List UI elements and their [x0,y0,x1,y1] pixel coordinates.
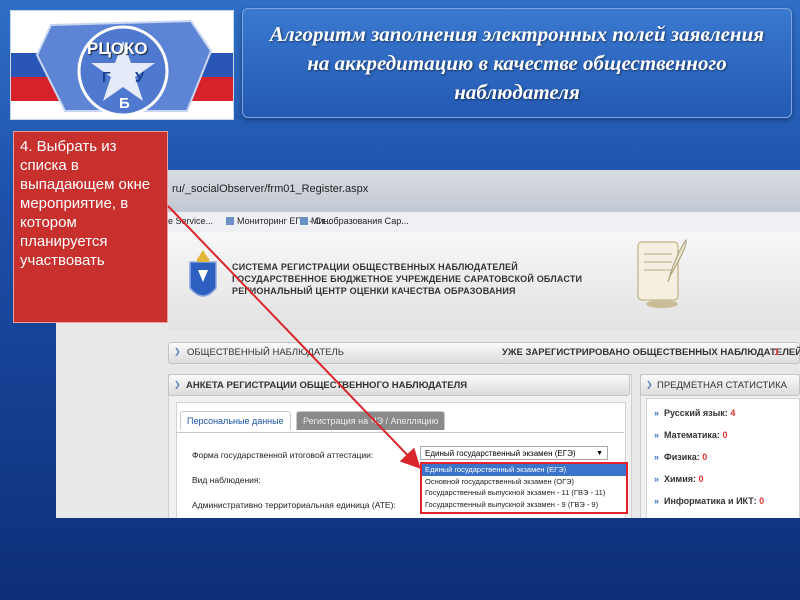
chevron-down-icon: ▼ [596,450,603,457]
page-icon [300,217,308,225]
gia-form-dropdown: Единый государственный экзамен (ЕГЭ) Осн… [420,462,628,514]
bookmark-item[interactable]: Минобразования Сар... [300,216,409,226]
instruction-text: 4. Выбрать из списка в выпадающем окне м… [20,138,151,269]
chevron-icon: ❯ [174,347,181,356]
chevron-icon: ❯ [646,380,653,389]
page-icon [226,217,234,225]
tab-registration[interactable]: Регистрация на ЧЭ / Апелляцию [296,411,446,430]
title-box: Алгоритм заполнения электронных полей за… [242,8,792,118]
stat-item: » Химия: 0 [654,474,704,484]
field-label-observation-type: Вид наблюдения: [192,475,261,485]
dropdown-option[interactable]: Государственный выпускной экзамен - 9 (Г… [422,499,626,511]
stat-item: » Физика: 0 [654,452,708,462]
dropdown-option[interactable]: Единый государственный экзамен (ЕГЭ) [422,464,626,476]
tab-divider [176,432,624,433]
stat-item: » Информатика и ИКТ: 0 [654,496,765,506]
logo-letter-b: Б [119,95,130,112]
logo-text: РЦОКО [87,39,148,58]
stat-item: » Математика: 0 [654,430,728,440]
logo-letter-u: У [135,69,145,86]
stat-item: » Русский язык: 4 [654,408,736,418]
header-line-2: ГОСУДАРСТВЕННОЕ БЮДЖЕТНОЕ УЧРЕЖДЕНИЕ САР… [232,274,583,284]
coat-of-arms-icon [189,250,217,297]
url-text: ru/_socialObserver/frm01_Register.aspx [172,183,369,195]
slide-title: Алгоритм заполнения электронных полей за… [269,21,765,104]
instruction-callout: 4. Выбрать из списка в выпадающем окне м… [13,131,168,323]
field-label-gia-form: Форма государственной итоговой аттестаци… [192,450,374,460]
chevron-icon: ❯ [174,380,181,389]
observer-bar-title: Общественный наблюдатель [187,347,344,358]
header-line-3: РЕГИОНАЛЬНЫЙ ЦЕНТР ОЦЕНКИ КАЧЕСТВА ОБРАЗ… [232,286,516,296]
registered-label: Уже зарегистрировано общественных наблюд… [502,347,800,358]
field-label-ate: Административно территориальная единица … [192,500,396,510]
header-line-1: СИСТЕМА РЕГИСТРАЦИИ ОБЩЕСТВЕННЫХ НАБЛЮДА… [232,262,518,272]
rcoko-logo: РЦОКО Г У Б [10,10,234,120]
scroll-quill-icon [637,238,687,308]
bookmark-item[interactable]: e Service... [168,216,213,226]
select-value: Единый государственный экзамен (ЕГЭ) [425,449,576,458]
gia-form-select[interactable]: Единый государственный экзамен (ЕГЭ) ▼ [420,446,608,460]
form-title: Анкета регистрации общественного наблюда… [186,380,468,391]
registered-count: 1 [774,347,780,358]
stats-title: Предметная статистика [657,380,787,391]
tab-personal-data[interactable]: Персональные данные [180,411,291,430]
dropdown-option[interactable]: Основной государственный экзамен (ОГЭ) [422,476,626,488]
dropdown-option[interactable]: Государственный выпускной экзамен - 11 (… [422,487,626,499]
logo-letter-g: Г [102,69,111,86]
